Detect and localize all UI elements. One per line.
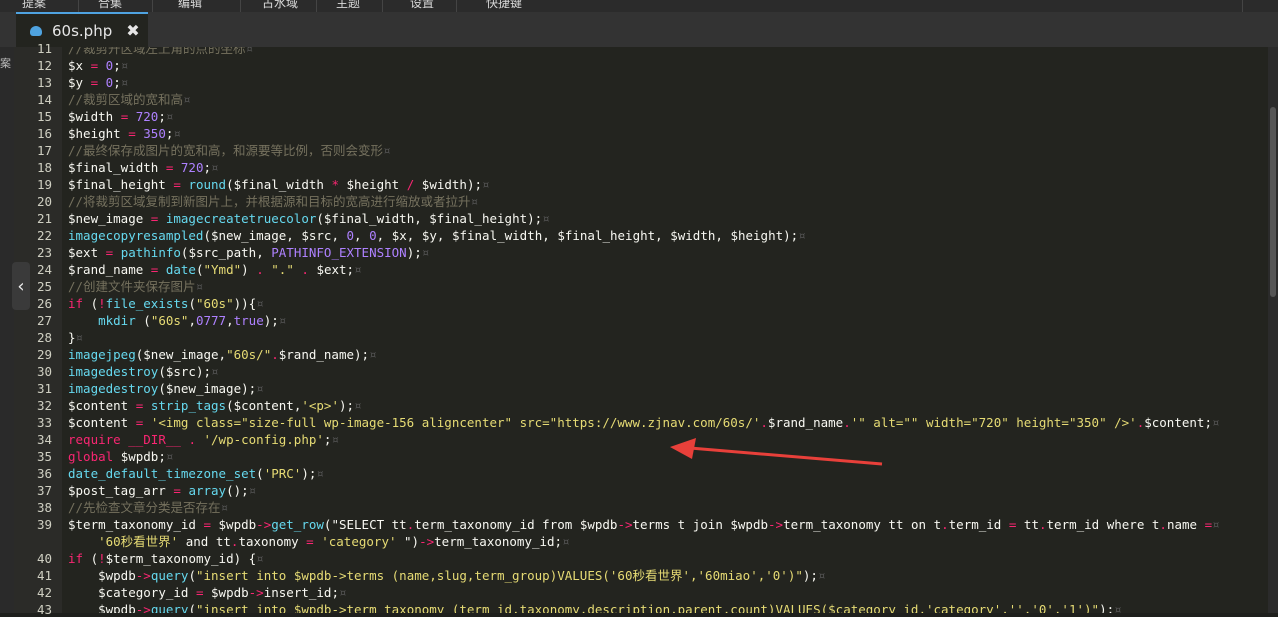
code-line[interactable]: imagedestroy($src);¤ [68,363,219,380]
menu-divider [456,0,457,12]
code-line[interactable]: $width = 720;¤ [68,108,173,125]
code-line[interactable]: imagejpeg($new_image,"60s/".$rand_name);… [68,346,377,363]
code-line[interactable]: global $wpdb;¤ [68,448,173,465]
code-line[interactable]: date_default_timezone_set('PRC');¤ [68,465,324,482]
code-line[interactable]: $term_taxonomy_id = $wpdb->get_row("SELE… [68,516,1220,533]
line-number: 26 [36,296,52,311]
line-number: 13 [36,75,52,90]
line-number: 43 [36,602,52,617]
code-line[interactable]: //创建文件夹保存图片¤ [68,278,203,295]
line-number: 18 [36,160,52,175]
code-line[interactable]: //最终保存成图片的宽和高，和源要等比例，否则会变形¤ [68,142,391,159]
menu-divider [240,0,241,12]
menu-item-view[interactable]: 古水域 [262,0,298,10]
line-number: 14 [36,92,52,107]
code-editor[interactable]: //裁剪开区域左上角的点的坐标¤ $x = 0;¤ $y = 0;¤//裁剪区域的宽… [62,47,1268,613]
line-number: 34 [36,432,52,447]
menu-divider [382,0,383,12]
line-number: 21 [36,211,52,226]
line-number: 19 [36,177,52,192]
code-line[interactable]: $height = 350;¤ [68,125,181,142]
code-line[interactable]: imagedestroy($new_image);¤ [68,380,264,397]
line-number: 15 [36,109,52,124]
chevron-left-icon: ‹ [17,275,25,297]
code-line[interactable]: $x = 0;¤ [68,57,128,74]
menu-item-shortcuts[interactable]: 快捷键 [486,0,522,10]
tab-label: 60s.php [52,21,113,40]
line-number: 37 [36,483,52,498]
menu-bar: 提案 合集 编辑 古水域 主题 设置 快捷键 [0,0,1278,12]
menu-divider [316,0,317,12]
code-line[interactable]: $y = 0;¤ [68,74,128,91]
code-line[interactable]: }¤ [68,329,83,346]
code-line[interactable]: imagecopyresampled($new_image, $src, 0, … [68,227,806,244]
code-line[interactable]: $rand_name = date("Ymd") . "." . $ext;¤ [68,261,362,278]
code-line[interactable]: mkdir ("60s",0777,true);¤ [68,312,286,329]
code-line[interactable]: if (!file_exists("60s")){¤ [68,295,264,312]
php-file-icon [30,25,42,36]
menu-divider [1242,0,1243,12]
code-line[interactable]: $category_id = $wpdb->insert_id;¤ [68,584,346,601]
line-number: 17 [36,143,52,158]
code-line[interactable]: $final_width = 720;¤ [68,159,219,176]
menu-item-collection[interactable]: 合集 [98,0,122,10]
side-panel: 案 [0,47,14,613]
code-line[interactable]: '60秒看世界' and tt.taxonomy = 'category' ")… [68,533,570,550]
line-number: 12 [36,58,52,73]
line-number: 24 [36,262,52,277]
code-line[interactable]: //裁剪区域的宽和高¤ [68,91,191,108]
line-number: 30 [36,364,52,379]
code-line[interactable]: $ext = pathinfo($src_path, PATHINFO_EXTE… [68,244,429,261]
tab-60s-php[interactable]: 60s.php ✖ [16,12,148,47]
menu-divider [152,0,153,12]
line-number: 29 [36,347,52,362]
menu-item-theme[interactable]: 主题 [336,0,360,10]
line-number: 22 [36,228,52,243]
menu-item-edit[interactable]: 编辑 [178,0,202,10]
line-number-gutter: 11 12 13 14 15 16 17 18 19 20 21 22 23 24 25 26 27 28 29 30… [14,41,62,617]
line-number: 25 [36,279,52,294]
menu-item-settings[interactable]: 设置 [410,0,434,10]
line-number: 27 [36,313,52,328]
line-number: 33 [36,415,52,430]
close-icon[interactable]: ✖ [126,21,139,40]
line-number: 39 [36,517,52,532]
code-line[interactable]: $post_tag_arr = array();¤ [68,482,256,499]
line-number: 38 [36,500,52,515]
tab-bar: 60s.php ✖ [0,12,1278,47]
line-number: 40 [36,551,52,566]
code-line[interactable]: //裁剪开区域左上角的点的坐标¤ [68,47,253,57]
code-line[interactable]: $new_image = imagecreatetruecolor($final… [68,210,550,227]
menu-divider [78,0,79,12]
line-number: 36 [36,466,52,481]
code-line[interactable]: if (!$term_taxonomy_id) {¤ [68,550,264,567]
line-number: 31 [36,381,52,396]
code-line[interactable]: $content = '<img class="size-full wp-ima… [68,414,1220,431]
line-number: 35 [36,449,52,464]
scrollbar-thumb[interactable] [1270,107,1276,297]
code-line[interactable]: require __DIR__ . '/wp-config.php';¤ [68,431,339,448]
code-line[interactable]: $final_height = round($final_width * $he… [68,176,490,193]
code-line[interactable]: $wpdb->query("insert into $wpdb->terms (… [68,567,825,584]
side-panel-label: 案 [0,57,11,70]
line-number: 28 [36,330,52,345]
line-number: 20 [36,194,52,209]
menu-item-proposal[interactable]: 提案 [22,0,46,10]
line-number: 23 [36,245,52,260]
collapse-sidebar-button[interactable]: ‹ [12,262,30,310]
code-line[interactable]: $wpdb->query("insert into $wpdb->term_ta… [68,601,1122,613]
line-number: 32 [36,398,52,413]
line-number: 42 [36,585,52,600]
line-number: 41 [36,568,52,583]
vertical-scrollbar[interactable] [1268,47,1278,613]
code-line[interactable]: //将裁剪区域复制到新图片上，并根据源和目标的宽高进行缩放或者拉升¤ [68,193,478,210]
line-number: 11 [36,41,52,56]
code-line[interactable]: $content = strip_tags($content,'<p>');¤ [68,397,362,414]
line-number: 16 [36,126,52,141]
code-line[interactable]: //先检查文章分类是否存在¤ [68,499,228,516]
